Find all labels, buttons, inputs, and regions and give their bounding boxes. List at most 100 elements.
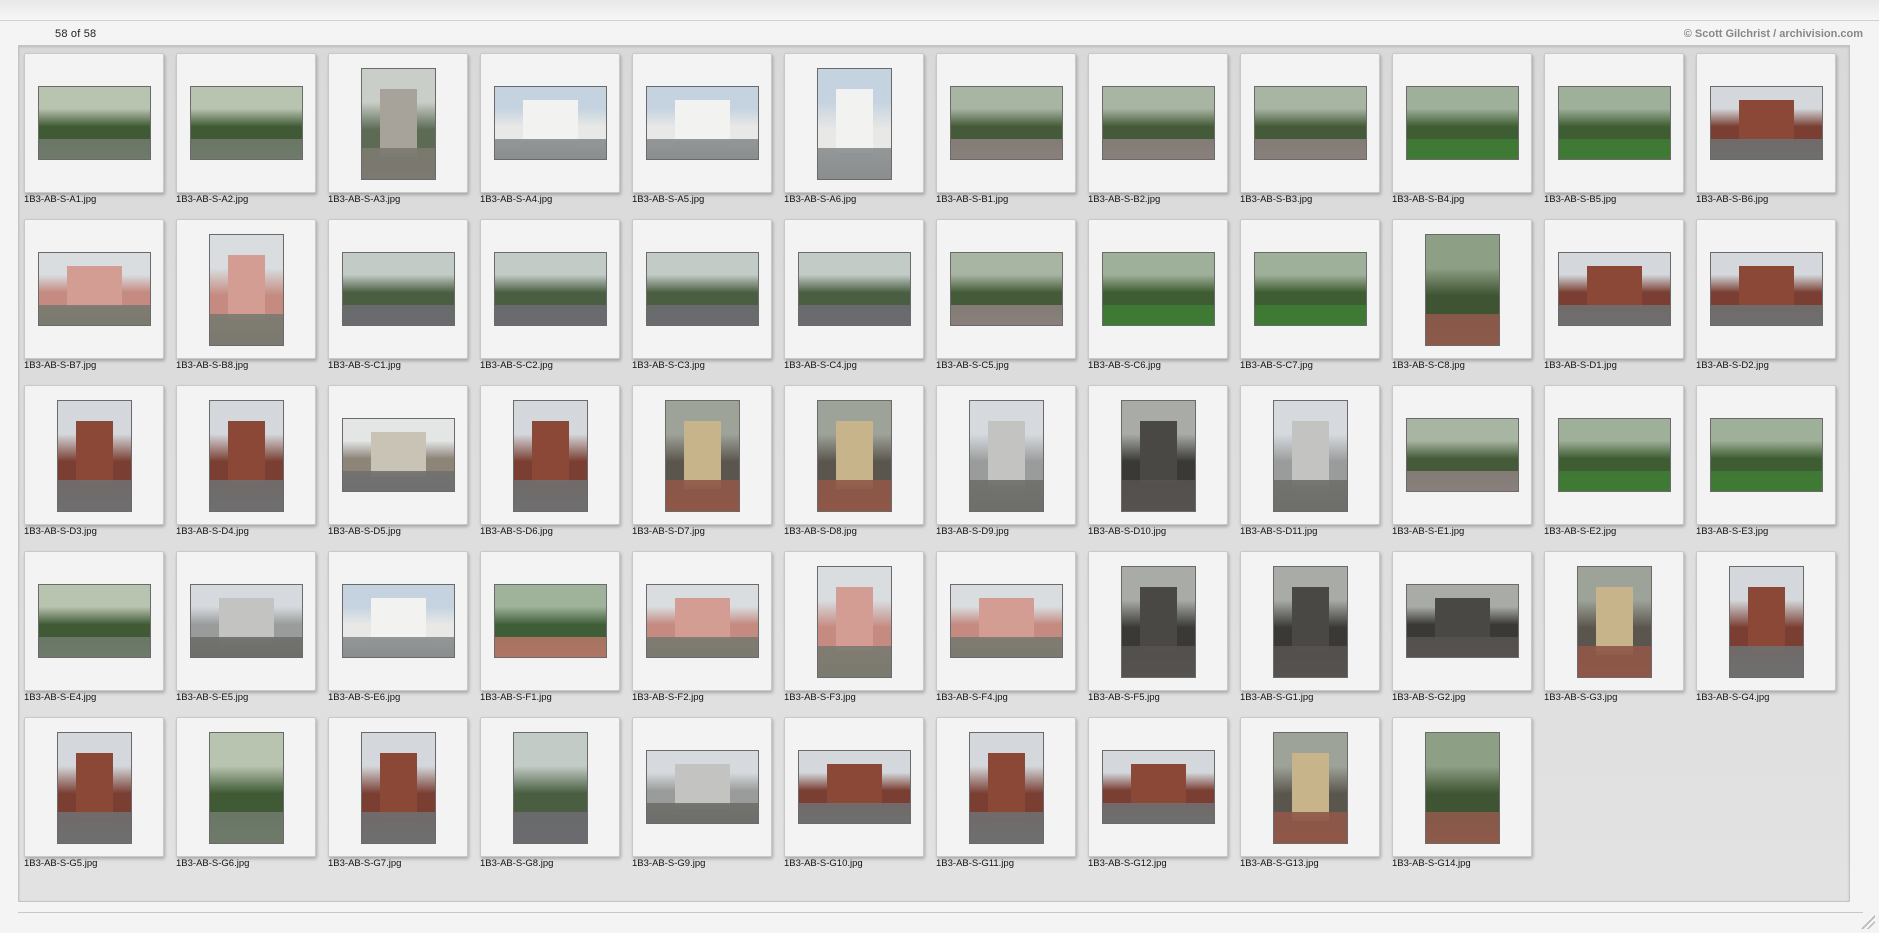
thumbnail-image[interactable] [1254, 252, 1367, 326]
thumbnail-image[interactable] [1273, 732, 1348, 844]
thumbnail-item[interactable]: 1B3-AB-S-B7.jpg [24, 219, 176, 385]
thumbnail-item[interactable]: 1B3-AB-S-D4.jpg [176, 385, 328, 551]
slide-mount[interactable] [24, 219, 164, 359]
slide-mount[interactable] [1696, 219, 1836, 359]
thumbnail-item[interactable]: 1B3-AB-S-D1.jpg [1544, 219, 1696, 385]
slide-mount[interactable] [480, 551, 620, 691]
slide-mount[interactable] [328, 717, 468, 857]
thumbnail-image[interactable] [342, 584, 455, 658]
thumbnail-image[interactable] [798, 252, 911, 326]
thumbnail-item[interactable]: 1B3-AB-S-G2.jpg [1392, 551, 1544, 717]
thumbnail-item[interactable]: 1B3-AB-S-A3.jpg [328, 53, 480, 219]
thumbnail-image[interactable] [209, 234, 284, 346]
thumbnail-image[interactable] [646, 750, 759, 824]
thumbnail-item[interactable]: 1B3-AB-S-A1.jpg [24, 53, 176, 219]
thumbnail-item[interactable]: 1B3-AB-S-E5.jpg [176, 551, 328, 717]
slide-mount[interactable] [632, 717, 772, 857]
thumbnail-image[interactable] [969, 400, 1044, 512]
slide-mount[interactable] [24, 551, 164, 691]
thumbnail-image[interactable] [209, 400, 284, 512]
thumbnail-image[interactable] [950, 252, 1063, 326]
thumbnail-image[interactable] [1102, 252, 1215, 326]
thumbnail-item[interactable]: 1B3-AB-S-G1.jpg [1240, 551, 1392, 717]
slide-mount[interactable] [784, 717, 924, 857]
slide-mount[interactable] [632, 219, 772, 359]
slide-mount[interactable] [1240, 219, 1380, 359]
slide-mount[interactable] [1392, 53, 1532, 193]
thumbnail-item[interactable]: 1B3-AB-S-B1.jpg [936, 53, 1088, 219]
thumbnail-image[interactable] [1558, 418, 1671, 492]
slide-mount[interactable] [328, 219, 468, 359]
thumbnail-image[interactable] [1558, 86, 1671, 160]
thumbnail-item[interactable]: 1B3-AB-S-F3.jpg [784, 551, 936, 717]
thumbnail-image[interactable] [1406, 418, 1519, 492]
thumbnail-item[interactable]: 1B3-AB-S-C6.jpg [1088, 219, 1240, 385]
thumbnail-image[interactable] [494, 86, 607, 160]
thumbnail-item[interactable]: 1B3-AB-S-G14.jpg [1392, 717, 1544, 883]
thumbnail-image[interactable] [57, 732, 132, 844]
slide-mount[interactable] [1240, 717, 1380, 857]
thumbnail-image[interactable] [950, 86, 1063, 160]
thumbnail-item[interactable]: 1B3-AB-S-F4.jpg [936, 551, 1088, 717]
thumbnail-item[interactable]: 1B3-AB-S-G5.jpg [24, 717, 176, 883]
thumbnail-image[interactable] [1102, 86, 1215, 160]
thumbnail-image[interactable] [1273, 566, 1348, 678]
thumbnail-image[interactable] [342, 418, 455, 492]
thumbnail-image[interactable] [513, 400, 588, 512]
thumbnail-image[interactable] [1121, 400, 1196, 512]
thumbnail-item[interactable]: 1B3-AB-S-C3.jpg [632, 219, 784, 385]
slide-mount[interactable] [176, 219, 316, 359]
slide-mount[interactable] [784, 385, 924, 525]
slide-mount[interactable] [176, 53, 316, 193]
thumbnail-item[interactable]: 1B3-AB-S-A2.jpg [176, 53, 328, 219]
thumbnail-image[interactable] [38, 86, 151, 160]
thumbnail-image[interactable] [342, 252, 455, 326]
thumbnail-image[interactable] [817, 68, 892, 180]
slide-mount[interactable] [632, 53, 772, 193]
thumbnail-item[interactable]: 1B3-AB-S-D7.jpg [632, 385, 784, 551]
slide-mount[interactable] [784, 219, 924, 359]
thumbnail-image[interactable] [1254, 86, 1367, 160]
slide-mount[interactable] [328, 53, 468, 193]
thumbnail-image[interactable] [190, 584, 303, 658]
slide-mount[interactable] [784, 53, 924, 193]
thumbnail-image[interactable] [494, 252, 607, 326]
slide-mount[interactable] [176, 717, 316, 857]
slide-mount[interactable] [328, 551, 468, 691]
thumbnail-image[interactable] [969, 732, 1044, 844]
thumbnail-image[interactable] [361, 732, 436, 844]
slide-mount[interactable] [480, 385, 620, 525]
slide-mount[interactable] [1088, 53, 1228, 193]
thumbnail-item[interactable]: 1B3-AB-S-B6.jpg [1696, 53, 1848, 219]
thumbnail-item[interactable]: 1B3-AB-S-F5.jpg [1088, 551, 1240, 717]
thumbnail-item[interactable]: 1B3-AB-S-D8.jpg [784, 385, 936, 551]
thumbnail-item[interactable]: 1B3-AB-S-D11.jpg [1240, 385, 1392, 551]
thumbnail-item[interactable]: 1B3-AB-S-A6.jpg [784, 53, 936, 219]
slide-mount[interactable] [632, 551, 772, 691]
slide-mount[interactable] [632, 385, 772, 525]
thumbnail-image[interactable] [798, 750, 911, 824]
thumbnail-image[interactable] [1729, 566, 1804, 678]
slide-mount[interactable] [1392, 219, 1532, 359]
thumbnail-item[interactable]: 1B3-AB-S-B8.jpg [176, 219, 328, 385]
thumbnail-item[interactable]: 1B3-AB-S-B5.jpg [1544, 53, 1696, 219]
slide-mount[interactable] [480, 219, 620, 359]
slide-mount[interactable] [936, 551, 1076, 691]
thumbnail-image[interactable] [513, 732, 588, 844]
thumbnail-item[interactable]: 1B3-AB-S-G11.jpg [936, 717, 1088, 883]
thumbnail-item[interactable]: 1B3-AB-S-D9.jpg [936, 385, 1088, 551]
thumbnail-item[interactable]: 1B3-AB-S-F2.jpg [632, 551, 784, 717]
slide-mount[interactable] [1088, 717, 1228, 857]
thumbnail-image[interactable] [646, 584, 759, 658]
slide-mount[interactable] [936, 385, 1076, 525]
thumbnail-image[interactable] [646, 86, 759, 160]
thumbnail-item[interactable]: 1B3-AB-S-C2.jpg [480, 219, 632, 385]
thumbnail-image[interactable] [1273, 400, 1348, 512]
thumbnail-item[interactable]: 1B3-AB-S-E1.jpg [1392, 385, 1544, 551]
thumbnail-item[interactable]: 1B3-AB-S-G9.jpg [632, 717, 784, 883]
thumbnail-image[interactable] [1406, 86, 1519, 160]
slide-mount[interactable] [1392, 717, 1532, 857]
thumbnail-item[interactable]: 1B3-AB-S-E6.jpg [328, 551, 480, 717]
thumbnail-item[interactable]: 1B3-AB-S-D6.jpg [480, 385, 632, 551]
thumbnail-item[interactable]: 1B3-AB-S-G4.jpg [1696, 551, 1848, 717]
